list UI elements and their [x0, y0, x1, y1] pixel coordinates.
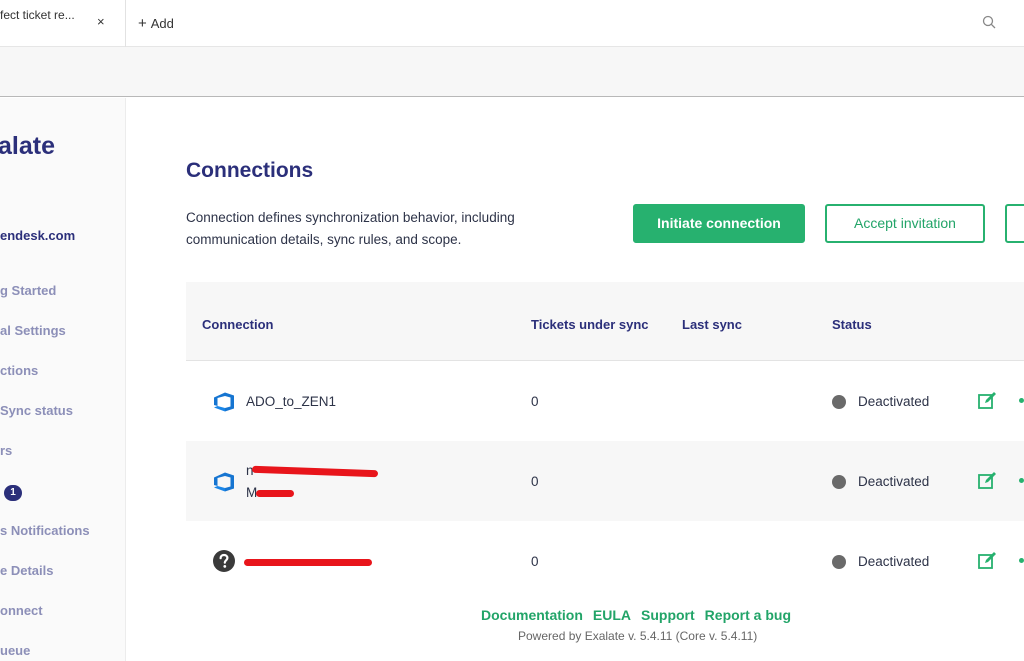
sidebar-item-triggers[interactable]: rs	[0, 443, 12, 458]
add-tab-button[interactable]: + Add	[138, 15, 174, 32]
column-header-last-sync: Last sync	[682, 317, 742, 332]
table-header: Connection Tickets under sync Last sync …	[186, 282, 1024, 361]
error-count-badge: 1	[4, 485, 22, 501]
tab-label: fect ticket re...	[0, 8, 75, 22]
instance-name: endesk.com	[0, 228, 76, 243]
tickets-under-sync: 0	[531, 394, 539, 409]
brand-logo-text: alate	[0, 132, 55, 160]
status-text: Deactivated	[858, 394, 930, 409]
edit-icon[interactable]	[977, 391, 997, 411]
footer-links: Documentation EULA Support Report a bug	[481, 607, 801, 623]
edit-icon[interactable]	[977, 471, 997, 491]
column-header-tickets: Tickets under sync	[531, 317, 649, 332]
sidebar-item-connections[interactable]: ctions	[0, 363, 38, 378]
plus-icon: +	[138, 15, 147, 32]
powered-by-text: Powered by Exalate v. 5.4.11 (Core v. 5.…	[518, 629, 758, 643]
sidebar-item-general-settings[interactable]: al Settings	[0, 323, 66, 338]
report-bug-link[interactable]: Report a bug	[705, 607, 791, 623]
more-options-icon[interactable]	[1019, 478, 1024, 483]
tab-bar: fect ticket re... × + Add	[0, 0, 1024, 47]
main-content: Connections Connection defines synchroni…	[126, 98, 1024, 661]
close-icon[interactable]: ×	[97, 14, 105, 29]
azure-devops-icon	[214, 392, 234, 412]
connection-name[interactable]: ADO_to_ZEN1	[246, 394, 336, 409]
table-row[interactable]: n M 0 Deactivated	[186, 441, 1024, 521]
sidebar-item-clean-connect[interactable]: onnect	[0, 603, 43, 618]
more-options-icon[interactable]	[1019, 398, 1024, 403]
question-icon	[213, 550, 235, 572]
status-dot-icon	[832, 475, 846, 489]
sidebar-item-getting-started[interactable]: g Started	[0, 283, 56, 298]
sidebar-item-sync-queue[interactable]: ueue	[0, 643, 30, 658]
tickets-under-sync: 0	[531, 554, 539, 569]
more-actions-button[interactable]	[1005, 204, 1024, 243]
tab-active[interactable]: fect ticket re... ×	[0, 0, 126, 47]
edit-icon[interactable]	[977, 551, 997, 571]
status-text: Deactivated	[858, 474, 930, 489]
eula-link[interactable]: EULA	[593, 607, 631, 623]
page-description: Connection defines synchronization behav…	[186, 210, 515, 247]
more-options-icon[interactable]	[1019, 558, 1024, 563]
sidebar-item-notifications[interactable]: s Notifications	[0, 523, 90, 538]
status-dot-icon	[832, 395, 846, 409]
column-header-status: Status	[832, 317, 872, 332]
azure-devops-icon	[214, 472, 234, 492]
redaction-mark	[244, 559, 372, 566]
accept-invitation-button[interactable]: Accept invitation	[825, 204, 985, 243]
page-title: Connections	[186, 159, 314, 182]
search-icon[interactable]	[982, 15, 996, 29]
tickets-under-sync: 0	[531, 474, 539, 489]
sidebar: alate endesk.com g Started al Settings c…	[0, 98, 126, 661]
documentation-link[interactable]: Documentation	[481, 607, 583, 623]
table-row[interactable]: ADO_to_ZEN1 0 Deactivated	[186, 361, 1024, 441]
column-header-connection: Connection	[202, 317, 274, 332]
redaction-mark	[251, 465, 379, 478]
connections-table: Connection Tickets under sync Last sync …	[186, 282, 1024, 601]
redaction-mark	[256, 490, 294, 497]
status-text: Deactivated	[858, 554, 930, 569]
support-link[interactable]: Support	[641, 607, 695, 623]
sidebar-item-license-details[interactable]: e Details	[0, 563, 53, 578]
sidebar-item-errors[interactable]: 1	[4, 483, 22, 501]
toolbar-band	[0, 47, 1024, 97]
initiate-connection-button[interactable]: Initiate connection	[633, 204, 805, 243]
table-row[interactable]: 0 Deactivated	[186, 521, 1024, 601]
add-tab-label: Add	[150, 16, 174, 31]
status-dot-icon	[832, 555, 846, 569]
sidebar-item-sync-status[interactable]: Sync status	[0, 403, 73, 418]
